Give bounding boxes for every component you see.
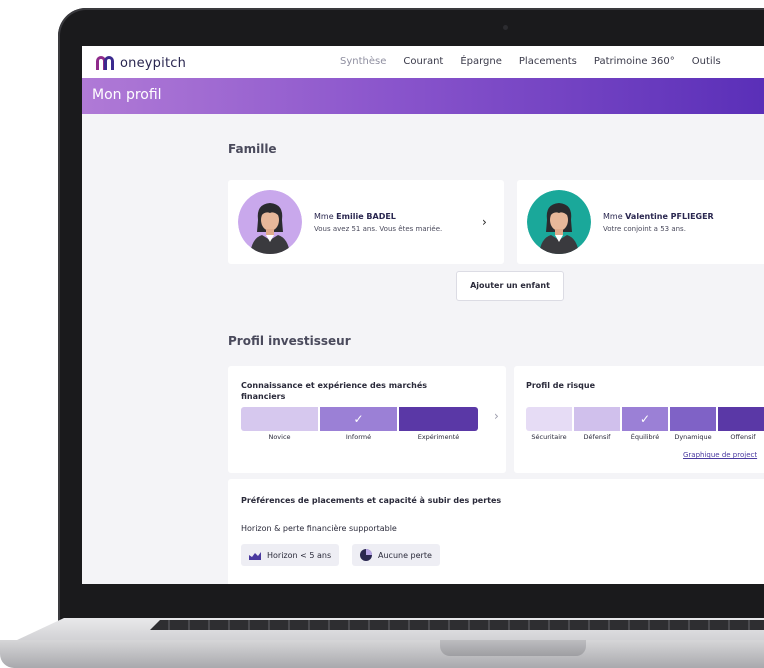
laptop-notch — [440, 640, 586, 656]
add-child-button[interactable]: Ajouter un enfant — [456, 271, 564, 301]
section-title-investisseur: Profil investisseur — [228, 334, 351, 348]
knowledge-level-informe[interactable]: ✓ — [320, 407, 397, 431]
risk-label-defensif: Défensif — [583, 433, 611, 441]
preferences-title: Préférences de placements et capacité à … — [241, 496, 502, 505]
risk-label-equilibre: Équilibré — [630, 433, 660, 441]
chip-aucune-perte-label: Aucune perte — [378, 550, 432, 560]
logo[interactable]: oneypitch — [96, 54, 186, 72]
chevron-right-icon[interactable]: › — [494, 409, 499, 423]
nav-item-placements[interactable]: Placements — [519, 56, 577, 67]
risk-level-securitaire[interactable] — [526, 407, 572, 431]
risk-label-dynamique: Dynamique — [674, 433, 712, 441]
preferences-subtitle: Horizon & perte financière supportable — [241, 524, 397, 533]
knowledge-label-experimente: Expérimenté — [417, 433, 460, 441]
nav-item-synthese[interactable]: Synthèse — [340, 56, 386, 67]
risk-label-securitaire: Sécuritaire — [531, 433, 567, 441]
projection-chart-link[interactable]: Graphique de project — [683, 451, 757, 459]
risk-scale: ✓ — [526, 407, 764, 431]
logo-text: oneypitch — [120, 55, 187, 71]
chip-horizon-label: Horizon < 5 ans — [267, 550, 332, 560]
risk-level-equilibre[interactable]: ✓ — [622, 407, 668, 431]
nav-item-patrimoine[interactable]: Patrimoine 360° — [594, 56, 675, 67]
pie-chart-icon — [360, 549, 372, 561]
preferences-card: Préférences de placements et capacité à … — [228, 479, 764, 584]
risk-title: Profil de risque — [526, 381, 595, 390]
logo-mark-icon — [96, 56, 118, 70]
laptop-base-lip — [0, 640, 764, 668]
knowledge-title: Connaissance et expérience des marchés f… — [241, 381, 428, 401]
knowledge-label-novice: Novice — [268, 433, 291, 441]
person-card-2[interactable]: Mme Valentine PFLIEGER Votre conjoint a … — [517, 180, 764, 264]
chevron-right-icon[interactable]: › — [482, 215, 487, 229]
person-card-1[interactable]: Mme Emilie BADEL Vous avez 51 ans. Vous … — [228, 180, 504, 264]
page-banner: Mon profil — [82, 78, 764, 114]
person-desc-1: Vous avez 51 ans. Vous êtes mariée. — [314, 225, 443, 233]
page-title: Mon profil — [92, 87, 162, 103]
risk-label-offensif: Offensif — [730, 433, 756, 441]
nav-item-epargne[interactable]: Épargne — [460, 56, 502, 67]
risk-level-offensif[interactable] — [718, 407, 764, 431]
app-screen: oneypitch Synthèse Courant Épargne Place… — [82, 46, 764, 584]
chip-horizon[interactable]: Horizon < 5 ans — [241, 544, 340, 566]
person-desc-2: Votre conjoint a 53 ans. — [603, 225, 686, 233]
area-chart-icon — [249, 551, 261, 560]
chip-aucune-perte[interactable]: Aucune perte — [352, 544, 440, 566]
person-name-1: Mme Emilie BADEL — [314, 212, 396, 221]
knowledge-label-informe: Informé — [345, 433, 372, 441]
main-nav: Synthèse Courant Épargne Placements Patr… — [340, 56, 738, 67]
top-navbar: oneypitch Synthèse Courant Épargne Place… — [82, 46, 764, 78]
risk-card[interactable]: Profil de risque ✓ Sécuritaire Défensif … — [514, 366, 764, 473]
avatar-valentine — [527, 190, 591, 254]
knowledge-labels: Novice Informé Expérimenté — [241, 433, 478, 441]
person-name-2: Mme Valentine PFLIEGER — [603, 212, 714, 221]
keyboard-edge — [150, 620, 764, 630]
knowledge-level-experimente[interactable] — [399, 407, 478, 431]
check-icon: ✓ — [639, 412, 651, 426]
risk-level-dynamique[interactable] — [670, 407, 716, 431]
risk-labels: Sécuritaire Défensif Équilibré Dynamique… — [526, 433, 764, 441]
risk-level-defensif[interactable] — [574, 407, 620, 431]
knowledge-level-novice[interactable] — [241, 407, 318, 431]
check-icon: ✓ — [353, 412, 364, 426]
camera-icon — [503, 25, 508, 30]
section-title-famille: Famille — [228, 142, 277, 156]
nav-item-outils[interactable]: Outils — [692, 56, 721, 67]
nav-item-courant[interactable]: Courant — [403, 56, 443, 67]
knowledge-card[interactable]: Connaissance et expérience des marchés f… — [228, 366, 506, 473]
avatar-emilie — [238, 190, 302, 254]
knowledge-scale: ✓ — [241, 407, 478, 431]
